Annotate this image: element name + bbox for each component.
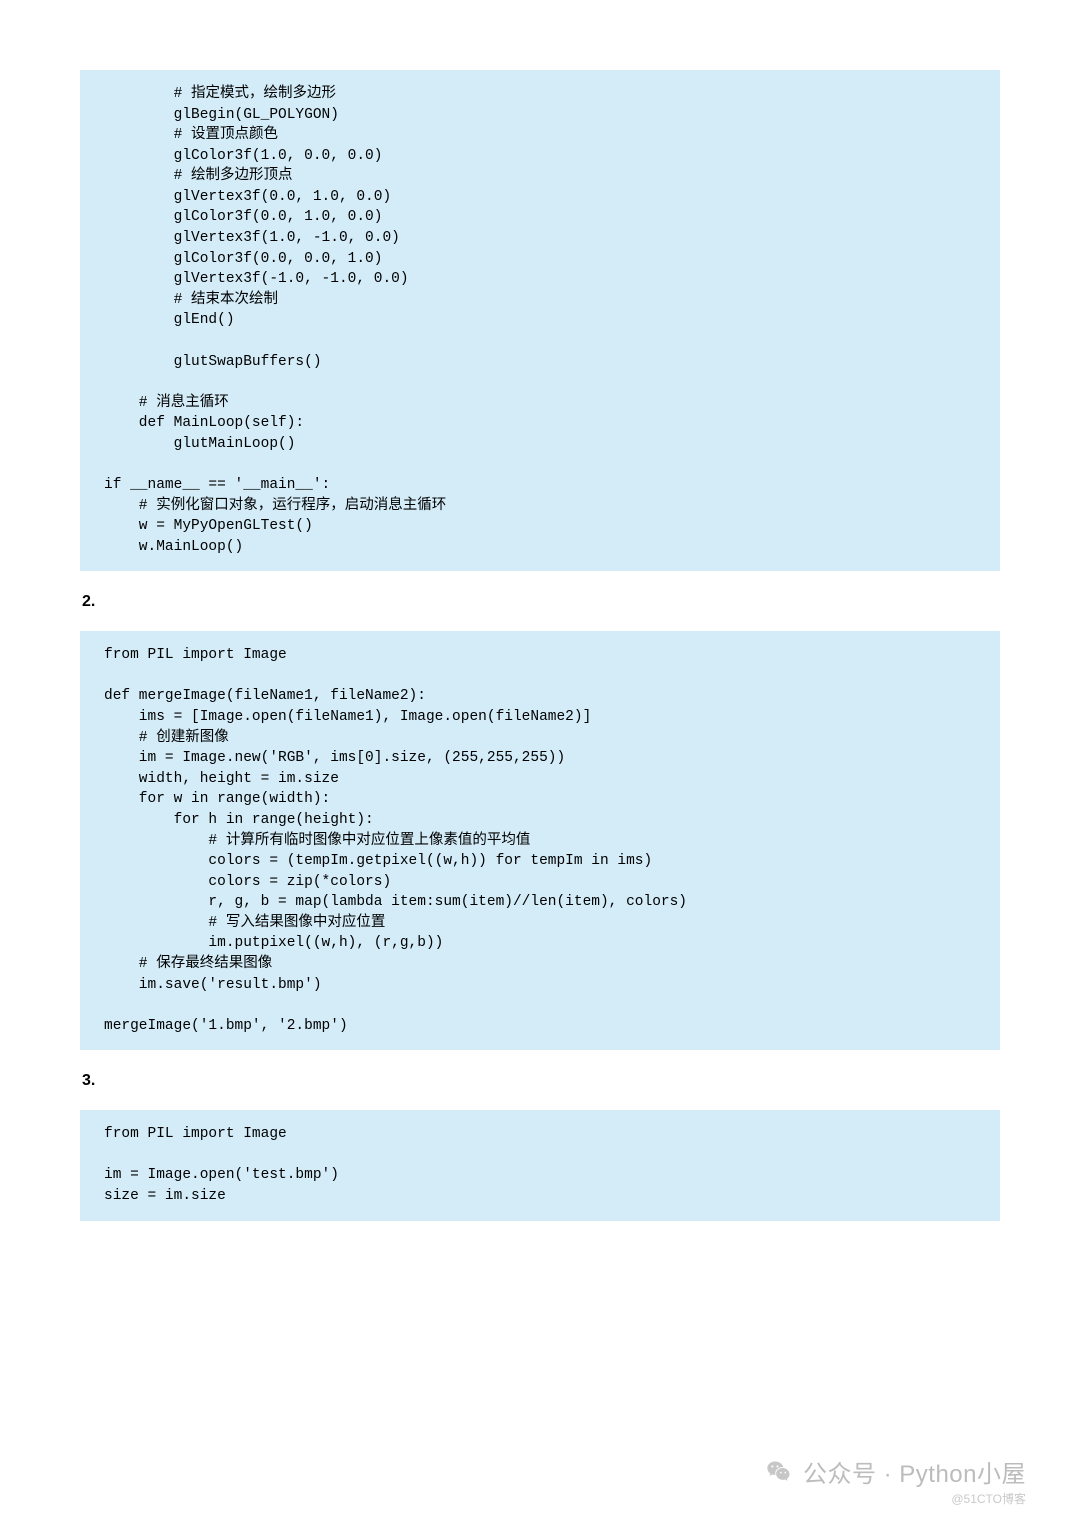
section-heading-2: 2. (82, 593, 1000, 611)
wechat-icon (765, 1458, 793, 1486)
watermark-text: 公众号 · Python小屋 (803, 1454, 1026, 1489)
code-block-3: from PIL import Image im = Image.open('t… (80, 1110, 1000, 1220)
watermark: 公众号 · Python小屋 (765, 1454, 1026, 1489)
sub-watermark: @51CTO博客 (951, 1490, 1026, 1507)
code-block-1: # 指定模式，绘制多边形 glBegin(GL_POLYGON) # 设置顶点颜… (80, 70, 1000, 571)
section-heading-3: 3. (82, 1072, 1000, 1090)
code-block-2: from PIL import Image def mergeImage(fil… (80, 631, 1000, 1050)
